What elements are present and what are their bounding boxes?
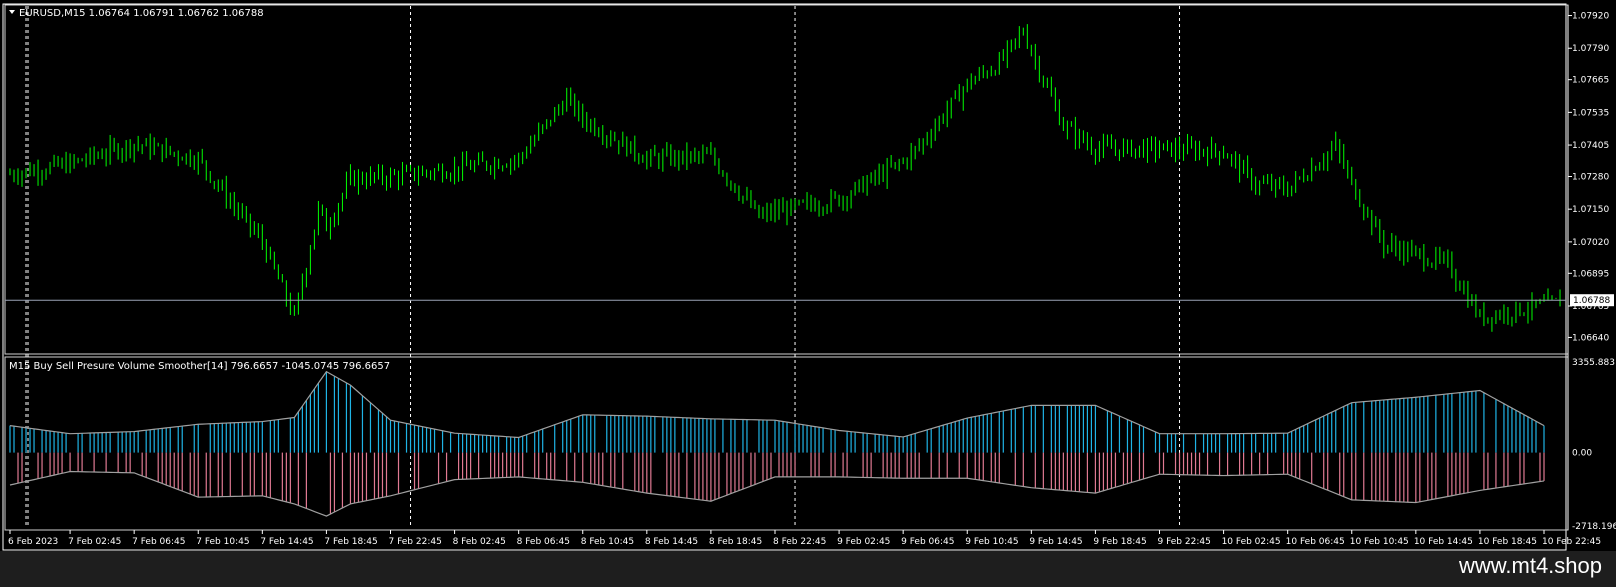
x-tick-label: 7 Feb 06:45 (132, 537, 185, 547)
y-tick-label: 1.06640 (1572, 333, 1609, 343)
x-tick-label: 8 Feb 18:45 (709, 537, 762, 547)
x-tick-label: 8 Feb 10:45 (581, 537, 634, 547)
y-tick-label: 1.07280 (1572, 172, 1609, 182)
y-tick-label: 1.06895 (1572, 269, 1609, 279)
outer-frame (2, 3, 1567, 551)
x-tick-label: 10 Feb 22:45 (1542, 537, 1601, 547)
sell-envelope-line (9, 470, 1545, 517)
x-tick-label: 8 Feb 02:45 (453, 537, 506, 547)
x-tick-label: 9 Feb 14:45 (1029, 537, 1082, 547)
x-tick-label: 10 Feb 02:45 (1222, 537, 1281, 547)
x-tick-label: 7 Feb 22:45 (388, 537, 441, 547)
x-tick-label: 10 Feb 14:45 (1414, 537, 1473, 547)
x-tick-label: 9 Feb 18:45 (1093, 537, 1146, 547)
x-tick-label: 8 Feb 14:45 (645, 537, 698, 547)
indicator-y-tick-label: 3355.883 (1572, 358, 1615, 368)
x-tick-label: 7 Feb 14:45 (260, 537, 313, 547)
x-tick-label: 9 Feb 10:45 (965, 537, 1018, 547)
chart-canvas: 1.07920 1.07790 1.07665 1.07535 1.07405 1.072… (2, 3, 1616, 551)
candle-layer (9, 24, 1561, 332)
axis-layer: 1.07920 1.07790 1.07665 1.07535 1.07405 1.072… (8, 12, 1616, 547)
x-tick-label: 7 Feb 18:45 (324, 537, 377, 547)
histogram-layer (9, 370, 1545, 517)
y-tick-label: 1.07920 (1572, 12, 1609, 22)
current-price-label: 1.06788 (1573, 296, 1610, 306)
y-tick-label: 1.07535 (1572, 108, 1609, 118)
y-tick-label: 1.07665 (1572, 76, 1609, 86)
x-tick-label: 7 Feb 10:45 (196, 537, 249, 547)
x-tick-label: 7 Feb 02:45 (68, 537, 121, 547)
grid-layer (25, 6, 1181, 528)
indicator-title: M15 Buy Sell Presure Volume Smoother[14]… (9, 361, 390, 372)
x-tick-label: 6 Feb 2023 (8, 537, 58, 547)
indicator-y-tick-label: 0.00 (1572, 449, 1592, 459)
watermark: www.mt4.shop (1458, 553, 1602, 578)
y-tick-label: 1.07405 (1572, 141, 1609, 151)
x-tick-label: 8 Feb 06:45 (517, 537, 570, 547)
y-tick-label: 1.07150 (1572, 205, 1609, 215)
y-tick-label: 1.07790 (1572, 44, 1609, 54)
x-tick-label: 9 Feb 02:45 (837, 537, 890, 547)
y-tick-label: 1.07020 (1572, 238, 1609, 248)
collapse-arrow-icon[interactable] (9, 10, 15, 14)
x-tick-label: 10 Feb 06:45 (1286, 537, 1345, 547)
x-tick-label: 9 Feb 06:45 (901, 537, 954, 547)
price-pane-frame (4, 4, 1569, 355)
indicator-y-tick-label: -2718.196 (1572, 522, 1616, 532)
buy-envelope-line (9, 370, 1545, 439)
symbol-header: EURUSD,M15 1.06764 1.06791 1.06762 1.067… (19, 8, 264, 19)
x-tick-label: 10 Feb 18:45 (1478, 537, 1537, 547)
x-tick-label: 10 Feb 10:45 (1350, 537, 1409, 547)
x-tick-label: 9 Feb 22:45 (1157, 537, 1210, 547)
x-tick-label: 8 Feb 22:45 (773, 537, 826, 547)
